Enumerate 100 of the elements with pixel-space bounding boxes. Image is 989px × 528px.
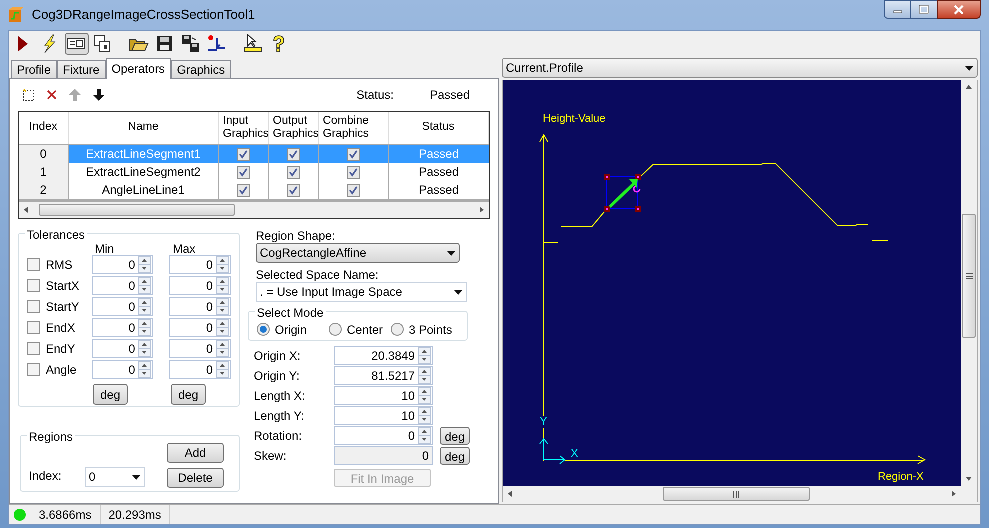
- add-button[interactable]: Add: [167, 443, 224, 463]
- restore-icon: [207, 34, 227, 54]
- checkbox[interactable]: [347, 184, 360, 196]
- table-cell: AngleLineLine1: [69, 181, 219, 200]
- radio-button[interactable]: Origin: [257, 320, 329, 338]
- grip-icon: [733, 490, 740, 498]
- field-label: Origin Y:: [254, 368, 301, 384]
- space-name-dropdown[interactable]: . = Use Input Image Space: [256, 282, 467, 302]
- tab[interactable]: Fixture: [57, 60, 106, 78]
- spin-field[interactable]: 0: [169, 360, 231, 379]
- spinner-icon[interactable]: [216, 319, 229, 336]
- checkbox[interactable]: [27, 258, 40, 271]
- save-as-icon: [181, 34, 201, 54]
- spin-field[interactable]: 0: [169, 255, 231, 274]
- maximize-button[interactable]: [911, 0, 937, 19]
- checkbox-label: Angle: [46, 362, 78, 378]
- spin-field[interactable]: 0: [92, 276, 154, 295]
- view-selector-dropdown[interactable]: Current.Profile: [502, 58, 978, 78]
- spinner-icon[interactable]: [216, 340, 229, 357]
- checkbox[interactable]: [27, 363, 40, 376]
- index-dropdown[interactable]: 0: [85, 467, 145, 487]
- spin-field[interactable]: 0: [92, 297, 154, 316]
- unit-button[interactable]: deg: [440, 446, 470, 464]
- spinner-icon[interactable]: [138, 340, 152, 357]
- spin-field[interactable]: 0: [92, 255, 154, 274]
- spinner-icon[interactable]: [216, 256, 229, 273]
- axis-label: Region-X: [878, 471, 924, 483]
- checkbox[interactable]: [237, 184, 250, 196]
- field-label: Origin X:: [254, 348, 302, 364]
- spin-field[interactable]: 0: [92, 318, 154, 337]
- unit-button[interactable]: deg: [171, 384, 206, 405]
- spin-field[interactable]: 0: [169, 276, 231, 295]
- app-icon: [8, 7, 24, 23]
- tab[interactable]: Profile: [11, 60, 58, 78]
- checkbox[interactable]: [27, 279, 40, 292]
- horizontal-scrollbar[interactable]: [19, 202, 489, 218]
- column-label: Min: [95, 241, 116, 254]
- spinner-icon[interactable]: [418, 367, 431, 384]
- checkbox[interactable]: [27, 300, 40, 313]
- checkbox[interactable]: [27, 342, 40, 355]
- unit-button[interactable]: deg: [93, 384, 128, 405]
- spin-field[interactable]: 0: [169, 339, 231, 358]
- spinner-icon[interactable]: [418, 427, 431, 444]
- close-button[interactable]: [937, 0, 981, 19]
- spinner-icon[interactable]: [216, 361, 229, 378]
- timing-text: 3.6866ms: [31, 505, 101, 524]
- field-label: Length X:: [254, 388, 306, 404]
- delete-button[interactable]: Delete: [167, 468, 224, 488]
- radio-button[interactable]: 3 Points: [391, 320, 452, 338]
- tab[interactable]: Graphics: [171, 60, 232, 78]
- toolbar-button[interactable]: [65, 33, 89, 55]
- region-rectangle: [604, 174, 641, 212]
- spinner-icon[interactable]: [418, 407, 431, 424]
- spinner-icon[interactable]: [138, 361, 152, 378]
- checkbox[interactable]: [27, 321, 40, 334]
- spinner-icon[interactable]: [138, 319, 152, 336]
- spin-field[interactable]: 0: [169, 318, 231, 337]
- radio-button[interactable]: Center: [329, 320, 391, 338]
- maximize-icon: [919, 5, 929, 14]
- spinner-icon[interactable]: [138, 256, 152, 273]
- spin-field[interactable]: 0: [334, 426, 433, 445]
- scrollbar-thumb[interactable]: [39, 204, 235, 216]
- unit-button[interactable]: deg: [440, 426, 470, 444]
- spin-field[interactable]: 0: [169, 297, 231, 316]
- spinner-icon[interactable]: [418, 347, 431, 364]
- checkbox[interactable]: [237, 166, 250, 178]
- new-icon[interactable]: [22, 88, 36, 102]
- spinner-icon[interactable]: [216, 298, 229, 315]
- checkbox-label: RMS: [46, 256, 74, 274]
- coordinate-axes-drawing: [540, 438, 566, 464]
- checkbox[interactable]: [287, 184, 300, 196]
- tab[interactable]: Operators: [106, 58, 172, 79]
- checkbox-label: EndX: [46, 320, 76, 336]
- scrollbar-thumb[interactable]: [663, 487, 810, 501]
- checkbox[interactable]: [287, 166, 300, 178]
- spin-field[interactable]: 81.5217: [334, 366, 433, 385]
- table-cell: Passed: [389, 145, 489, 164]
- move-down-icon[interactable]: [92, 88, 106, 102]
- checkbox[interactable]: [347, 148, 360, 160]
- spin-field[interactable]: 0: [92, 360, 154, 379]
- scrollbar-thumb[interactable]: [962, 214, 976, 338]
- dropdown-arrow-icon: [132, 474, 141, 480]
- spinner-icon[interactable]: [138, 298, 152, 315]
- spin-field[interactable]: 0: [92, 339, 154, 358]
- region-shape-dropdown[interactable]: CogRectangleAffine: [256, 243, 460, 263]
- axis-tick: [544, 242, 558, 244]
- checkbox[interactable]: [237, 148, 250, 160]
- spin-field[interactable]: 10: [334, 406, 433, 425]
- spinner-icon[interactable]: [216, 277, 229, 294]
- checkbox[interactable]: [347, 166, 360, 178]
- spin-field[interactable]: 10: [334, 386, 433, 405]
- spinner-icon[interactable]: [138, 277, 152, 294]
- spinner-icon[interactable]: [418, 387, 431, 404]
- delete-icon[interactable]: [46, 89, 58, 101]
- spin-field[interactable]: 20.3849: [334, 346, 433, 365]
- table-cell: 2: [19, 181, 69, 200]
- checkbox[interactable]: [287, 148, 300, 160]
- minimize-button[interactable]: [884, 0, 911, 19]
- table-cell: ExtractLineSegment1: [69, 145, 219, 164]
- status-label: Status:: [356, 87, 394, 104]
